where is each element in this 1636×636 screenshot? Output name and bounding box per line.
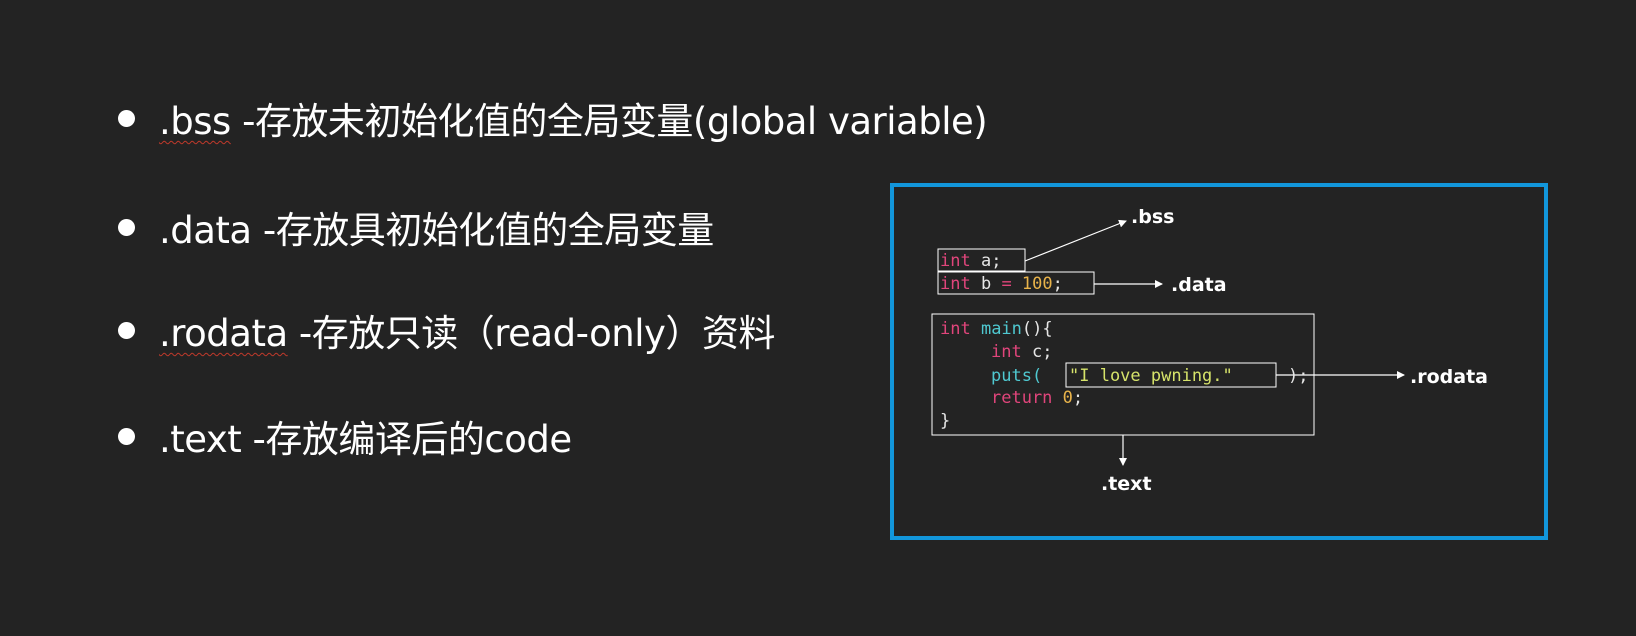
code-keyword: int bbox=[940, 274, 971, 294]
code-plain: ; bbox=[1053, 274, 1063, 294]
code-line-int-c: int c; bbox=[991, 342, 1052, 362]
code-keyword: int bbox=[940, 251, 971, 271]
code-string: "I love pwning." bbox=[1069, 366, 1233, 386]
code-keyword: int bbox=[991, 342, 1022, 362]
code-operator: = bbox=[1001, 274, 1011, 294]
code-puts-close: ); bbox=[1288, 366, 1308, 386]
code-keyword: return bbox=[991, 388, 1052, 408]
label-text: .text bbox=[1101, 473, 1152, 495]
code-line-int-b: int b = 100; bbox=[940, 274, 1063, 294]
label-bss: .bss bbox=[1131, 206, 1174, 228]
code-line-main: int main(){ bbox=[940, 319, 1053, 339]
code-line-int-a: int a; bbox=[940, 251, 1001, 271]
code-function: puts( bbox=[991, 366, 1042, 386]
arrow-to-bss bbox=[1024, 219, 1127, 262]
code-function: main bbox=[971, 319, 1022, 339]
memory-section-diagram: .bss .data .rodata .text int a; int b = … bbox=[931, 206, 1488, 495]
code-close-brace: } bbox=[940, 411, 950, 431]
code-plain: (){ bbox=[1022, 319, 1053, 339]
label-data: .data bbox=[1171, 274, 1227, 296]
code-number: 0 bbox=[1052, 388, 1072, 408]
code-plain: ; bbox=[1073, 388, 1083, 408]
code-plain: c; bbox=[1022, 342, 1053, 362]
code-line-puts: puts( bbox=[991, 366, 1042, 386]
code-plain: b bbox=[971, 274, 1002, 294]
code-keyword: int bbox=[940, 319, 971, 339]
code-line-return: return 0; bbox=[991, 388, 1083, 408]
code-number: 100 bbox=[1012, 274, 1053, 294]
label-rodata: .rodata bbox=[1410, 366, 1488, 388]
code-plain: a; bbox=[971, 251, 1002, 271]
